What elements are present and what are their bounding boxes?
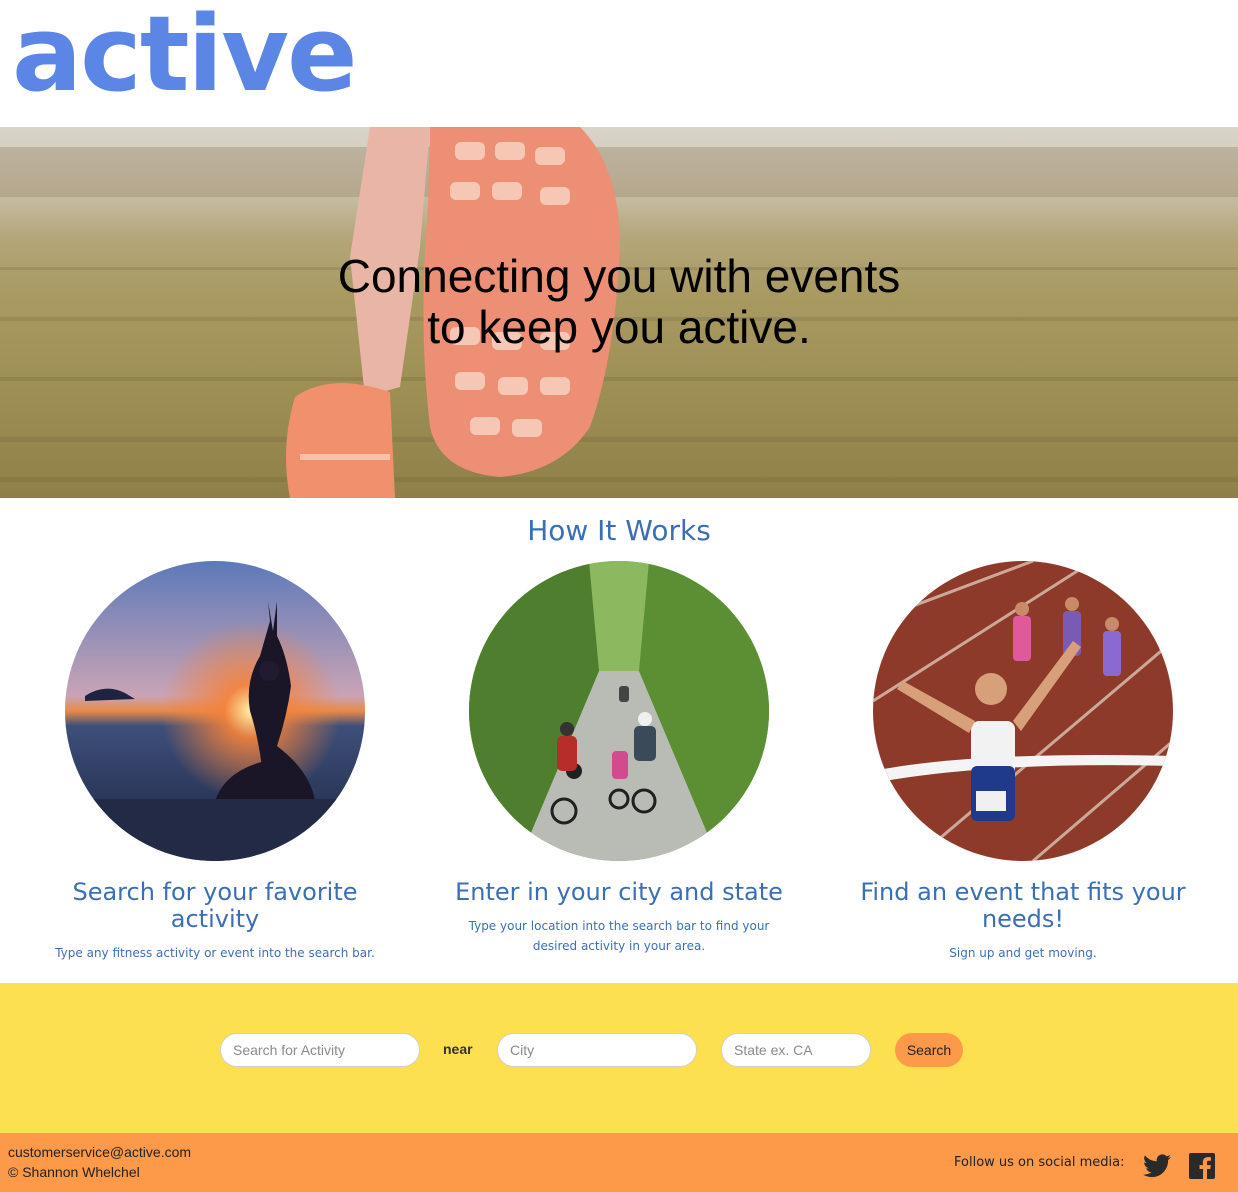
step-find-event: Find an event that fits your needs! Sign… <box>821 561 1225 963</box>
follow-social-label: Follow us on social media: <box>954 1155 1125 1170</box>
customer-service-email[interactable]: customerservice@active.com <box>8 1144 191 1160</box>
site-header: active <box>0 0 1238 127</box>
search-bar-section: near Search <box>0 983 1238 1133</box>
step-2-title: Enter in your city and state <box>455 878 783 906</box>
step-enter-location: Enter in your city and state Type your l… <box>417 561 821 956</box>
step-3-title: Find an event that fits your needs! <box>860 878 1186 933</box>
state-input[interactable] <box>721 1033 871 1067</box>
hero-banner: Connecting you with events to keep you a… <box>0 127 1238 498</box>
step-3-description: Sign up and get moving. <box>949 946 1097 960</box>
twitter-icon[interactable] <box>1143 1154 1171 1178</box>
search-button[interactable]: Search <box>895 1033 963 1067</box>
step-1-description: Type any fitness activity or event into … <box>55 946 375 960</box>
runner-finish-line-image <box>873 561 1173 861</box>
facebook-icon[interactable] <box>1189 1153 1215 1179</box>
step-2-description: Type your location into the search bar t… <box>468 919 770 953</box>
hero-headline-line-2: to keep you active. <box>427 301 811 353</box>
cyclists-trail-image <box>469 561 769 861</box>
yoga-sunset-image <box>65 561 365 861</box>
step-1-title: Search for your favorite activity <box>72 878 358 933</box>
hero-headline-line-1: Connecting you with events <box>337 250 901 302</box>
activity-search-input[interactable] <box>220 1033 420 1067</box>
site-footer: customerservice@active.com © Shannon Whe… <box>0 1133 1238 1192</box>
near-label: near <box>443 1041 473 1057</box>
how-it-works-title: How It Works <box>527 514 711 547</box>
step-search-activity: Search for your favorite activity Type a… <box>13 561 417 963</box>
site-logo[interactable]: active <box>12 0 358 117</box>
hero-headline: Connecting you with events to keep you a… <box>0 251 1238 353</box>
city-input[interactable] <box>497 1033 697 1067</box>
copyright-text: © Shannon Whelchel <box>8 1164 140 1180</box>
